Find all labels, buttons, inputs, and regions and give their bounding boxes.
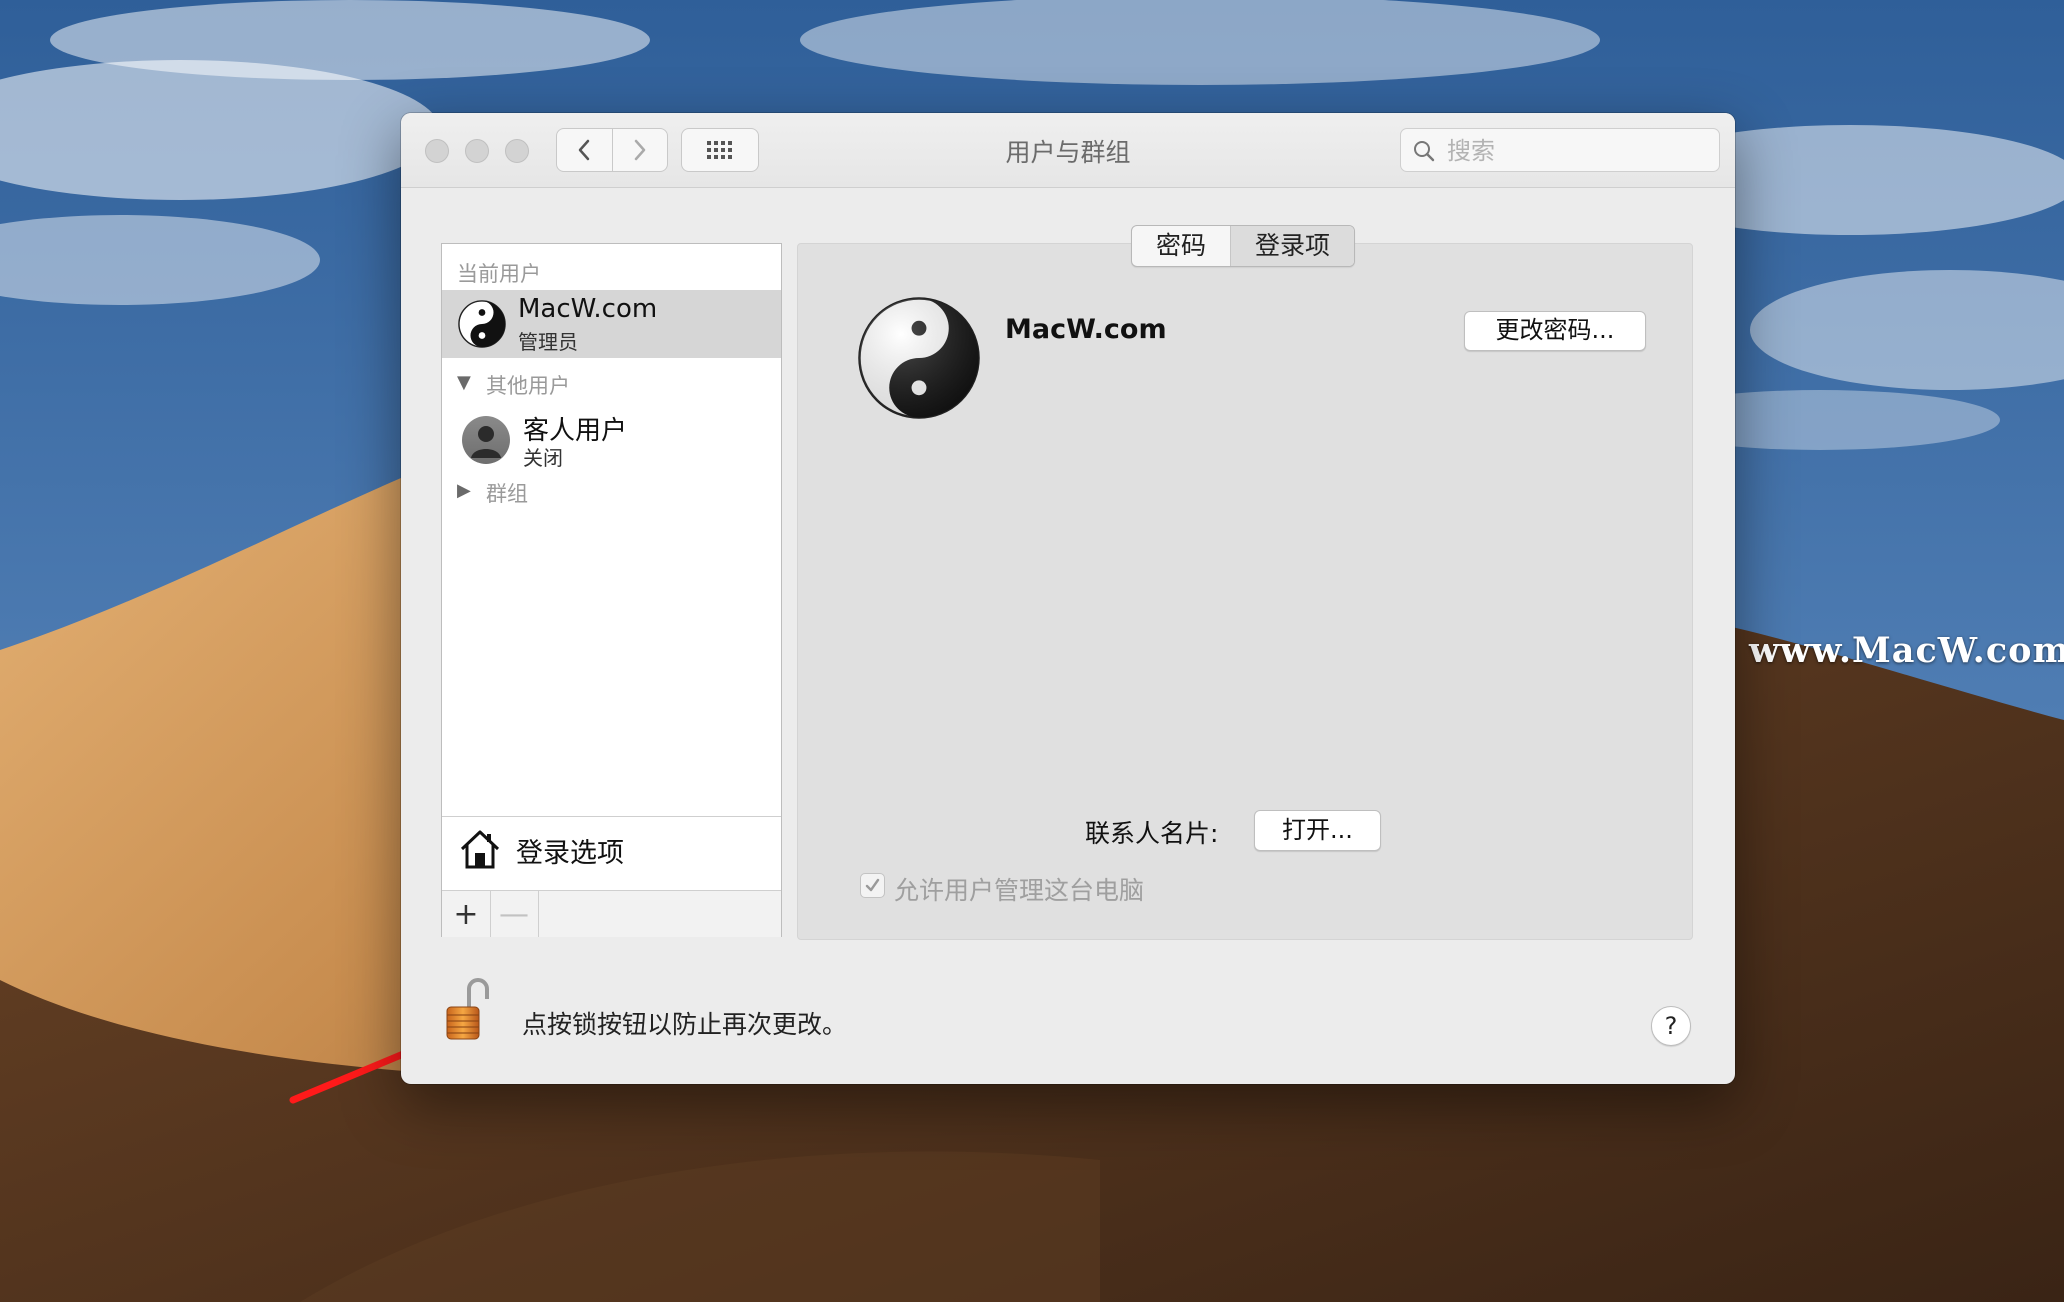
current-users-header: 当前用户 [457, 262, 541, 286]
user-list-sidebar: 当前用户 MacW.com 管理员 ▼ 其他用户 客人用户 关闭 ▶ 群组 登录… [441, 243, 782, 937]
login-options-item[interactable]: 登录选项 [442, 816, 781, 889]
triangle-right-icon[interactable]: ▶ [457, 480, 471, 501]
search-field[interactable] [1400, 128, 1720, 172]
lock-hint-text: 点按锁按钮以防止再次更改。 [522, 1010, 848, 1039]
help-button[interactable]: ? [1651, 1006, 1691, 1046]
search-icon [1414, 141, 1435, 162]
person-icon [462, 416, 510, 464]
checkmark-icon [865, 878, 880, 892]
allow-admin-label: 允许用户管理这台电脑 [894, 876, 1145, 905]
yin-yang-icon[interactable] [857, 296, 981, 420]
watermark-text: www.MacW.com [1749, 629, 2064, 671]
user-name: MacW.com [518, 294, 658, 324]
house-icon [460, 830, 500, 869]
other-users-header: 其他用户 [486, 374, 570, 398]
tab-login-items[interactable]: 登录项 [1230, 226, 1355, 266]
add-user-button[interactable]: + [442, 891, 491, 937]
remove-user-button[interactable]: — [490, 891, 539, 937]
tab-password[interactable]: 密码 [1132, 226, 1230, 266]
triangle-down-icon[interactable]: ▼ [457, 372, 471, 393]
tab-bar: 密码 登录项 [1131, 225, 1356, 267]
sidebar-button-bar: + — [442, 890, 781, 937]
watermark: www.MacW.com [1697, 628, 2064, 672]
groups-header: 群组 [486, 482, 528, 506]
allow-admin-checkbox[interactable] [860, 873, 885, 898]
unlocked-padlock-icon[interactable] [445, 977, 491, 1041]
title-bar: 用户与群组 [401, 113, 1735, 188]
login-options-label: 登录选项 [516, 838, 624, 869]
open-contact-card-button[interactable]: 打开... [1254, 810, 1381, 851]
user-row-macw[interactable]: MacW.com 管理员 [442, 290, 781, 358]
yin-yang-icon [458, 300, 506, 348]
search-input[interactable] [1445, 135, 1709, 167]
change-password-button[interactable]: 更改密码... [1464, 311, 1646, 351]
users-groups-window: 用户与群组 当前用户 MacW.com 管理员 ▼ 其他用户 [401, 113, 1735, 1084]
user-row-guest[interactable]: 客人用户 关闭 [442, 406, 781, 474]
user-status: 关闭 [523, 446, 563, 470]
user-role: 管理员 [518, 330, 578, 354]
profile-name: MacW.com [1005, 314, 1167, 345]
contact-card-label: 联系人名片: [1085, 819, 1219, 848]
